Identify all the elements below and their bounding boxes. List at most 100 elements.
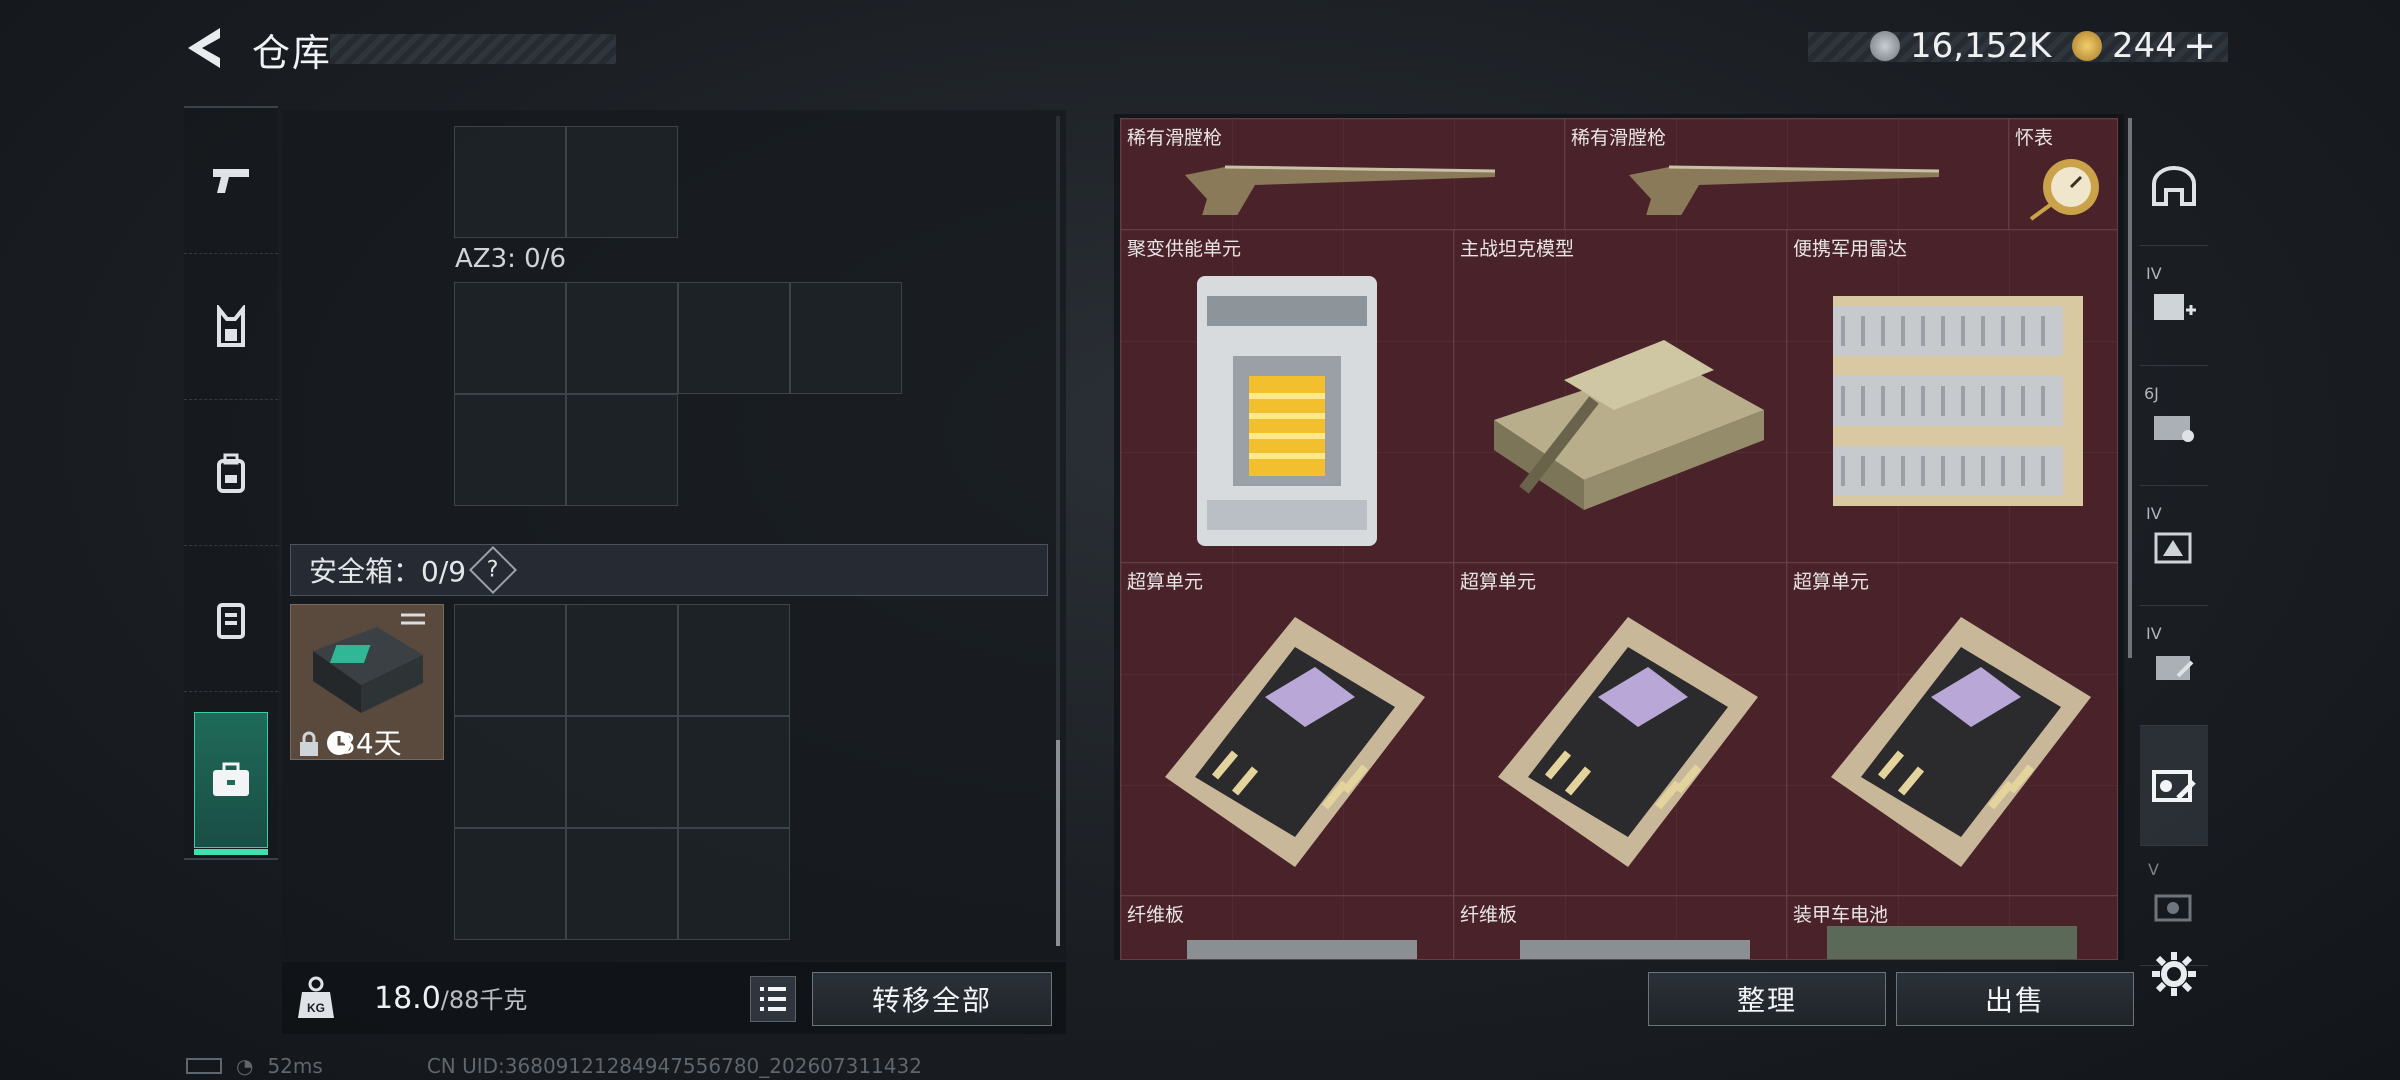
- storage-box-icon: [2154, 415, 2194, 442]
- fiberboard-icon: [1187, 940, 1417, 959]
- grid-cell[interactable]: [566, 282, 678, 394]
- item-label: 便携军用雷达: [1793, 238, 1908, 260]
- item-cell[interactable]: 纤维板: [1454, 896, 1787, 959]
- weight-current: 18.0: [374, 981, 441, 1016]
- fusion-cell-icon: [1197, 276, 1377, 546]
- safe-box-header: 安全箱：0/9 ?: [290, 544, 1048, 596]
- armored-vehicle-battery-icon: [1827, 926, 2077, 959]
- locked-box-icon: [2154, 894, 2192, 921]
- arch-icon: [2152, 165, 2196, 206]
- carry-weight: 18.0/88千克: [374, 980, 527, 1016]
- tab-storage-iv-b[interactable]: IV: [2140, 606, 2208, 726]
- left-scrollbar-thumb[interactable]: [1056, 740, 1060, 946]
- supercompute-unit-icon: [1498, 617, 1758, 867]
- item-cell[interactable]: 稀有滑膛枪: [1565, 119, 2009, 230]
- tank-model-icon: [1494, 340, 1764, 510]
- grid-cell[interactable]: [454, 282, 566, 394]
- grid-cell[interactable]: [566, 126, 678, 238]
- item-cell[interactable]: 超算单元: [1787, 563, 2117, 896]
- title-decoration: [330, 34, 616, 64]
- military-radar-icon: [1833, 296, 2083, 506]
- vest-icon: [217, 304, 245, 347]
- item-cell[interactable]: 便携军用雷达: [1787, 230, 2117, 563]
- backpack-icon: [217, 453, 245, 493]
- organize-button[interactable]: 整理: [1648, 972, 1886, 1026]
- item-label: 纤维板: [1460, 904, 1518, 926]
- rig-icon: [217, 602, 245, 639]
- tab-storage-add[interactable]: IV: [2140, 246, 2208, 366]
- grid-cell[interactable]: [566, 716, 678, 828]
- tab-storage-active[interactable]: [2140, 726, 2208, 846]
- tab-storage-home[interactable]: [2140, 126, 2208, 246]
- svg-text:KG: KG: [307, 1001, 325, 1015]
- storage-grid: 稀有滑膛枪 稀有滑膛枪 怀表 聚变供能单元 主战坦克模型 便携军用雷达 超算单元…: [1120, 118, 2118, 960]
- item-cell[interactable]: 聚变供能单元: [1121, 230, 1454, 563]
- add-gold-button[interactable]: +: [2183, 23, 2217, 69]
- transfer-all-button[interactable]: 转移全部: [812, 972, 1052, 1026]
- musket-icon: [1185, 165, 1496, 215]
- item-label: 主战坦克模型: [1460, 238, 1575, 260]
- equipment-box-icon: [2152, 769, 2196, 802]
- grid-cell[interactable]: [566, 394, 678, 506]
- item-cell[interactable]: 主战坦克模型: [1454, 230, 1787, 563]
- grid-cell[interactable]: [454, 716, 566, 828]
- lock-icon: [300, 731, 318, 756]
- supercompute-unit-icon: [1831, 617, 2091, 867]
- grid-cell[interactable]: [454, 126, 566, 238]
- list-icon: [760, 987, 786, 1011]
- grid-cell[interactable]: [454, 828, 566, 940]
- supercompute-unit-icon: [1165, 617, 1425, 867]
- tab-storage-v[interactable]: V: [2140, 846, 2208, 966]
- musket-icon: [1629, 165, 1940, 215]
- settings-gear-icon[interactable]: [2150, 950, 2198, 998]
- safe-box-label: 安全箱：0/9: [309, 555, 467, 588]
- grid-cell[interactable]: [678, 282, 790, 394]
- sell-button[interactable]: 出售: [1896, 972, 2134, 1026]
- grid-cell[interactable]: [454, 394, 566, 506]
- grid-cell[interactable]: [566, 604, 678, 716]
- tab-storage-iv-a[interactable]: IV: [2140, 486, 2208, 606]
- category-tabs: [184, 106, 278, 860]
- battery-icon: [186, 1058, 222, 1074]
- silver-currency: 16,152K: [1870, 26, 2051, 66]
- gold-coin-icon: [2072, 31, 2102, 61]
- gold-currency[interactable]: 244 +: [2072, 23, 2217, 69]
- tab-weapon[interactable]: [184, 108, 278, 254]
- silver-coin-icon: [1870, 31, 1900, 61]
- right-scrollbar[interactable]: [2128, 118, 2132, 658]
- grid-cell[interactable]: [678, 716, 790, 828]
- item-cell[interactable]: 稀有滑膛枪: [1121, 119, 1565, 230]
- safe-box-duration: 34天: [338, 727, 402, 760]
- warning-box-icon: [2154, 532, 2192, 563]
- silver-amount: 16,152K: [1910, 26, 2052, 66]
- grid-cell[interactable]: [566, 828, 678, 940]
- item-cell[interactable]: 超算单元: [1121, 563, 1454, 896]
- list-view-button[interactable]: [750, 976, 796, 1022]
- item-cell[interactable]: 纤维板: [1121, 896, 1454, 959]
- grid-cell[interactable]: [790, 282, 902, 394]
- tab-vest[interactable]: [184, 254, 278, 400]
- storage-page-tabs: IV 6J IV IV V: [2140, 106, 2208, 966]
- grid-cell[interactable]: [678, 604, 790, 716]
- item-cell[interactable]: 装甲车电池: [1787, 896, 2117, 959]
- item-cell[interactable]: 超算单元: [1454, 563, 1787, 896]
- tab-container[interactable]: [184, 546, 278, 692]
- tab-storage-6j[interactable]: 6J: [2140, 366, 2208, 486]
- help-button[interactable]: ?: [469, 545, 518, 595]
- grid-cell[interactable]: [454, 604, 566, 716]
- az3-capacity-label: AZ3: 0/6: [455, 244, 567, 274]
- tab-safebox[interactable]: [194, 712, 268, 855]
- add-box-icon: [2154, 293, 2196, 320]
- weight-max: /88千克: [440, 986, 528, 1014]
- item-cell[interactable]: 怀表: [2009, 119, 2117, 230]
- status-line: ◔ 52ms CN UID:36809121284947556780_20260…: [186, 1054, 922, 1078]
- tab-backpack[interactable]: [184, 400, 278, 546]
- briefcase-icon: [213, 762, 249, 796]
- pistol-icon: [213, 168, 249, 193]
- back-button[interactable]: [184, 24, 228, 72]
- grid-cell[interactable]: [678, 828, 790, 940]
- page-title: 仓库: [252, 31, 333, 75]
- fiberboard-icon: [1520, 940, 1750, 959]
- item-label: 怀表: [2015, 127, 2054, 149]
- weight-kg-icon: KG: [298, 976, 334, 1018]
